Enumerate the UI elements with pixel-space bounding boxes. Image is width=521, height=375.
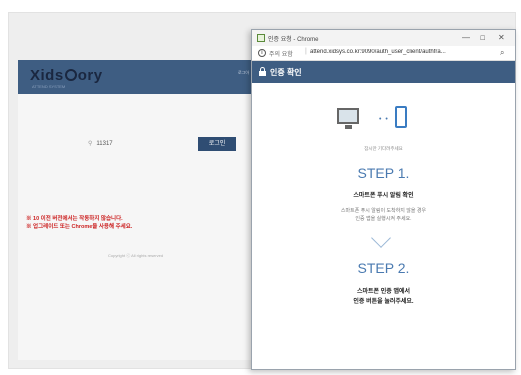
- step1-subtitle: 스마트폰 푸시 알림 확인: [353, 193, 414, 199]
- window-title: 인증 요청 - Chrome: [268, 37, 319, 43]
- address-url[interactable]: attend.xidsys.co.kr:9090/auth_user_clien…: [310, 49, 490, 55]
- id-field[interactable]: ⚲ 11317: [88, 138, 188, 150]
- login-header: Xids ory ATTEND SYSTEM 로그아: [18, 60, 252, 94]
- login-page: Xids ory ATTEND SYSTEM 로그아 ⚲ 11317 로그인 ※ 1…: [18, 60, 252, 360]
- monitor-icon: [337, 108, 359, 124]
- window-titlebar[interactable]: 인증 요청 - Chrome — ☐ ✕: [252, 30, 515, 46]
- auth-title: 인증 확인: [270, 68, 302, 77]
- auth-header: 인증 확인: [252, 61, 515, 83]
- step1-description: 스마트폰 푸시 알림이 도착하지 않을 경우 인증 앱을 실행시켜 주세요.: [252, 207, 515, 223]
- lock-icon: [259, 67, 266, 76]
- devices-caption: 잠시만 기다려주세요: [364, 146, 403, 151]
- step2-line1: 스마트폰 인증 앱에서: [356, 289, 410, 295]
- step1-title: STEP 1.: [357, 165, 410, 181]
- address-separator: |: [305, 48, 307, 55]
- browser-warning-1: ※ 10 이전 버전에서는 작동하지 않습니다.: [26, 216, 123, 222]
- phone-icon: [395, 106, 407, 128]
- step2-title: STEP 2.: [357, 260, 410, 276]
- login-button[interactable]: 로그인: [198, 137, 236, 151]
- address-bar[interactable]: i 주의 요함 | attend.xidsys.co.kr:9090/auth_…: [252, 46, 515, 61]
- browser-warning-2: ※ 업그레이드 또는 Chrome을 사용해 주세요.: [26, 224, 133, 230]
- minimize-button[interactable]: —: [462, 32, 470, 44]
- device-illustration: • •: [337, 106, 427, 140]
- step2-line2: 인증 버튼을 눌러주세요.: [353, 299, 414, 305]
- auth-popup-window: 인증 요청 - Chrome — ☐ ✕ i 주의 요함 | attend.xi…: [251, 29, 516, 370]
- id-value: 11317: [96, 141, 113, 147]
- close-button[interactable]: ✕: [498, 32, 505, 44]
- header-link[interactable]: 로그아: [238, 70, 249, 76]
- monitor-stand: [345, 125, 352, 129]
- step1-desc-line2: 인증 앱을 실행시켜 주세요.: [355, 216, 412, 222]
- copyright-text: Copyright ⓒ All rights reserved: [108, 253, 164, 258]
- logo-ring-icon: [64, 69, 77, 81]
- zoom-icon[interactable]: ⌕: [500, 48, 504, 58]
- chrome-page-icon: [257, 34, 265, 42]
- chevron-down-icon: [371, 228, 391, 248]
- security-warning[interactable]: 주의 요함: [269, 49, 293, 58]
- logo-subtitle: ATTEND SYSTEM: [32, 84, 66, 89]
- sync-dots: • •: [379, 116, 389, 123]
- user-icon: ⚲: [88, 141, 93, 147]
- info-icon[interactable]: i: [258, 49, 266, 57]
- step1-desc-line1: 스마트폰 푸시 알림이 도착하지 않을 경우: [340, 208, 427, 214]
- xidstory-logo: Xids ory: [30, 67, 103, 84]
- maximize-button[interactable]: ☐: [480, 33, 485, 45]
